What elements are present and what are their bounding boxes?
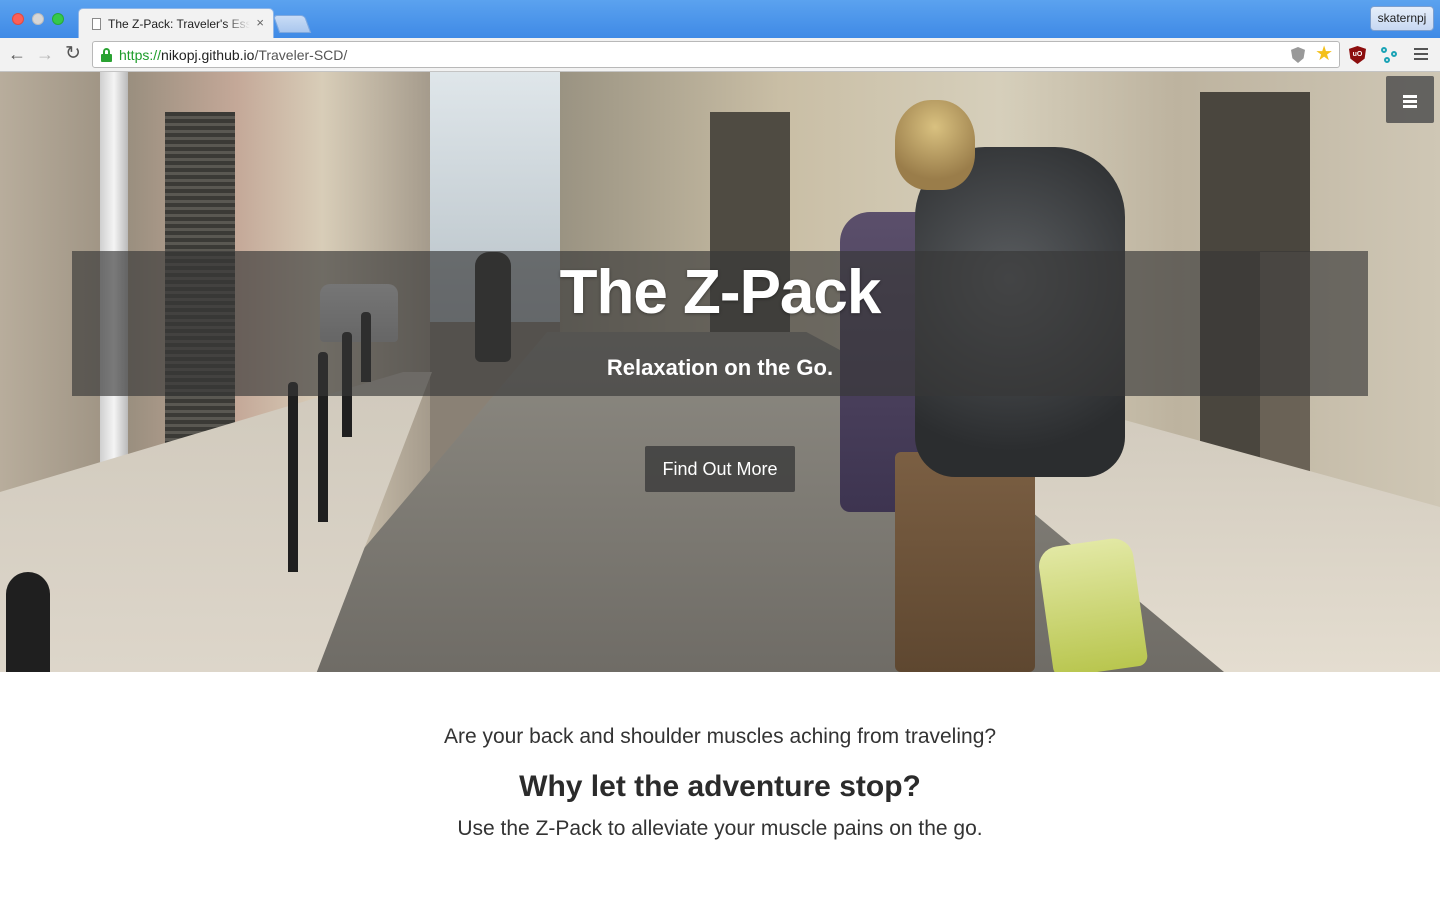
browser-titlebar: The Z-Pack: Traveler's Essentials × skat… bbox=[0, 0, 1440, 38]
intro-heading: Why let the adventure stop? bbox=[519, 770, 921, 803]
hero-photo-bollard bbox=[288, 382, 298, 572]
ublock-icon[interactable]: uO bbox=[1349, 46, 1366, 64]
profile-button[interactable]: skaternpj bbox=[1370, 6, 1434, 31]
new-tab-button[interactable] bbox=[272, 15, 312, 33]
browser-toolbar: ← → ↻ https://nikopj.github.io/Traveler-… bbox=[0, 38, 1440, 72]
hero-title-panel: The Z-Pack Relaxation on the Go. bbox=[72, 251, 1368, 396]
maximize-window-button[interactable] bbox=[52, 13, 64, 25]
hero-title: The Z-Pack bbox=[559, 258, 882, 327]
tab-title: The Z-Pack: Traveler's Essentials bbox=[108, 17, 250, 31]
nav-menu-icon[interactable] bbox=[1386, 76, 1434, 123]
back-arrow-icon[interactable]: ← bbox=[6, 43, 28, 65]
hero-subtitle: Relaxation on the Go. bbox=[606, 355, 834, 380]
lock-icon[interactable] bbox=[101, 48, 112, 62]
minimize-window-button[interactable] bbox=[32, 13, 44, 25]
shield-icon[interactable] bbox=[1291, 47, 1305, 63]
intro-question: Are your back and shoulder muscles achin… bbox=[443, 725, 997, 748]
url-text[interactable]: https://nikopj.github.io/Traveler-SCD/ bbox=[119, 47, 347, 63]
hero-photo-traveler-legs bbox=[895, 452, 1035, 672]
hero-photo-shopping-bag bbox=[1036, 536, 1149, 672]
bookmark-star-icon[interactable]: ★ bbox=[1315, 42, 1333, 66]
hero-section: The Z-Pack Relaxation on the Go. Find Ou… bbox=[0, 72, 1440, 672]
forward-arrow-icon[interactable]: → bbox=[34, 43, 56, 65]
url-path: /Traveler-SCD/ bbox=[254, 47, 348, 63]
browser-tab-active[interactable]: The Z-Pack: Traveler's Essentials × bbox=[78, 8, 274, 38]
page-icon bbox=[92, 18, 101, 30]
intro-section: Are your back and shoulder muscles achin… bbox=[0, 672, 1440, 900]
browser-menu-icon[interactable] bbox=[1414, 48, 1428, 61]
address-bar[interactable]: https://nikopj.github.io/Traveler-SCD/ ★ bbox=[92, 41, 1340, 68]
intro-text: Use the Z-Pack to alleviate your muscle … bbox=[457, 817, 983, 840]
network-icon[interactable] bbox=[1380, 45, 1400, 65]
hero-photo-bollard bbox=[6, 572, 50, 672]
reload-icon[interactable]: ↻ bbox=[62, 43, 84, 65]
find-out-more-button[interactable]: Find Out More bbox=[645, 446, 795, 492]
url-scheme: https:// bbox=[119, 47, 162, 63]
close-window-button[interactable] bbox=[12, 13, 24, 25]
url-host: nikopj.github.io bbox=[161, 47, 255, 63]
tab-close-icon[interactable]: × bbox=[256, 15, 264, 30]
hero-photo-traveler-head bbox=[895, 100, 975, 190]
